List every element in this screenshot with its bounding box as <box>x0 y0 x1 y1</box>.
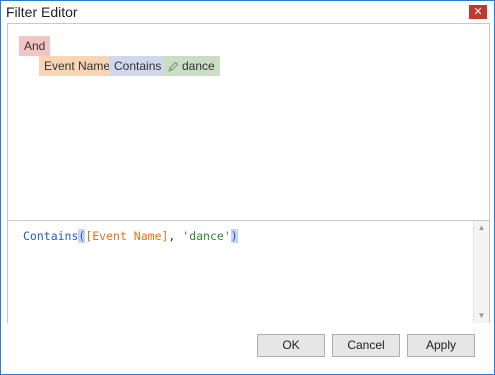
filter-tree-panel[interactable]: And Event Name Contains dance <box>7 23 490 222</box>
condition-value-label: dance <box>182 59 215 73</box>
condition-field[interactable]: Event Name <box>39 56 116 76</box>
close-icon: ✕ <box>473 6 483 18</box>
window-title: Filter Editor <box>6 4 78 20</box>
scroll-down-icon[interactable]: ▼ <box>474 309 489 323</box>
close-button[interactable]: ✕ <box>469 5 487 19</box>
cancel-button[interactable]: Cancel <box>332 334 400 357</box>
group-operator-and[interactable]: And <box>19 36 51 56</box>
expression-close-paren: ) <box>230 229 238 243</box>
filter-editor-window: Filter Editor ✕ And Event Name Contains … <box>0 0 495 375</box>
expression-field: [Event Name] <box>85 229 169 243</box>
title-bar: Filter Editor ✕ <box>1 1 494 23</box>
condition-operator[interactable]: Contains <box>109 56 167 76</box>
ok-button[interactable]: OK <box>257 334 325 357</box>
dialog-footer: OK Cancel Apply <box>1 323 494 374</box>
expression-separator: , <box>168 229 183 243</box>
expression-function: Contains <box>23 229 79 243</box>
apply-button[interactable]: Apply <box>407 334 475 357</box>
expression-text[interactable]: Contains([Event Name], 'dance') <box>23 229 238 243</box>
expression-scrollbar[interactable]: ▲ ▼ <box>473 221 489 323</box>
expression-editor[interactable]: Contains([Event Name], 'dance') ▲ ▼ <box>7 220 490 324</box>
scroll-up-icon[interactable]: ▲ <box>474 221 489 235</box>
pencil-icon <box>168 58 180 78</box>
condition-value[interactable]: dance <box>164 56 220 76</box>
expression-value: 'dance' <box>182 229 231 243</box>
